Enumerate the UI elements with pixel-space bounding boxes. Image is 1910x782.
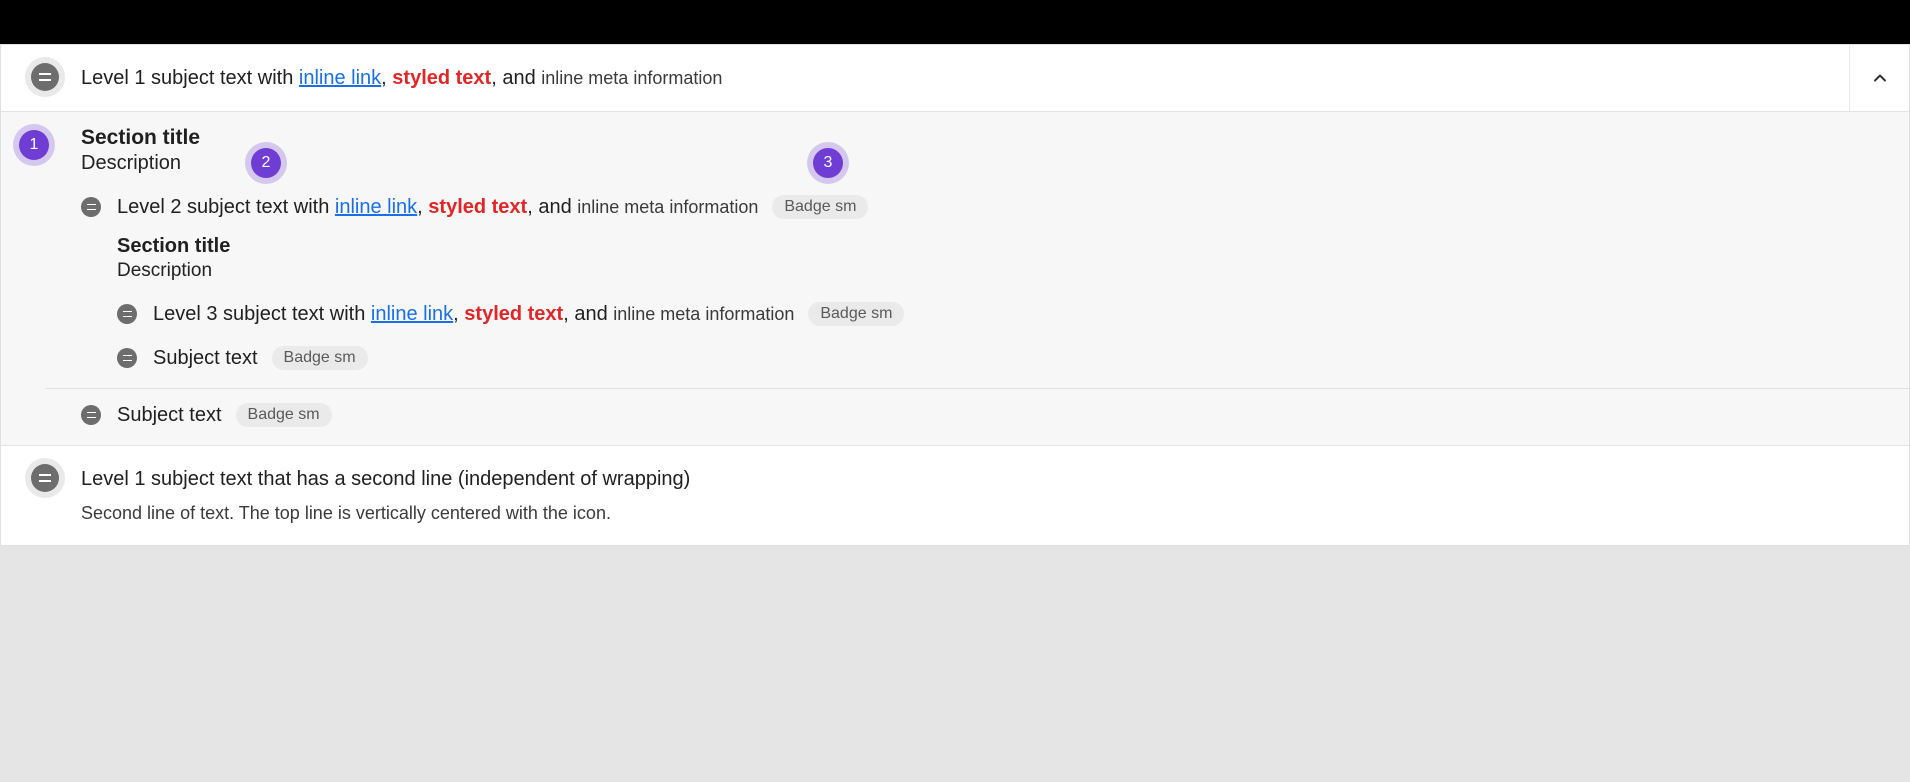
collapse-toggle[interactable] bbox=[1849, 45, 1909, 111]
list-icon bbox=[87, 204, 96, 210]
text-sep: , and bbox=[527, 196, 577, 218]
nested-section-block: Section title Description Level 3 subjec… bbox=[81, 235, 1879, 380]
inline-meta: inline meta information bbox=[541, 68, 722, 88]
item-icon bbox=[81, 405, 101, 425]
inline-meta: inline meta information bbox=[577, 197, 758, 217]
expanded-panel: 1 2 3 Section title Description Level 2 … bbox=[1, 111, 1909, 445]
inline-link[interactable]: inline link bbox=[335, 196, 417, 218]
level1-subject-multiline: Level 1 subject text that has a second l… bbox=[81, 464, 1879, 527]
subject-text: Subject text bbox=[117, 404, 222, 427]
text-sep: , bbox=[417, 196, 428, 218]
level2-subject: Level 2 subject text with inline link, s… bbox=[117, 196, 758, 219]
inline-meta: inline meta information bbox=[613, 304, 794, 324]
level3-row[interactable]: Level 3 subject text with inline link, s… bbox=[117, 292, 1879, 336]
text-sep: , and bbox=[491, 67, 541, 89]
secondary-line: Second line of text. The top line is ver… bbox=[81, 500, 1879, 527]
section-title: Section title bbox=[117, 235, 1879, 258]
text-sep: , bbox=[453, 303, 464, 325]
level3-subject: Level 3 subject text with inline link, s… bbox=[153, 303, 794, 326]
annotation-marker-3: 3 bbox=[813, 148, 843, 178]
annotation-marker-1: 1 bbox=[19, 130, 49, 160]
section-description: Description bbox=[81, 152, 1879, 175]
expansion-list-card: Level 1 subject text with inline link, s… bbox=[0, 44, 1910, 546]
section-block: Section title Description Level 2 subjec… bbox=[31, 126, 1879, 380]
list-icon bbox=[39, 73, 51, 81]
text-sep: , bbox=[381, 67, 392, 89]
item-icon bbox=[117, 304, 137, 324]
section-title: Section title bbox=[81, 126, 1879, 150]
item-icon bbox=[81, 197, 101, 217]
inline-link[interactable]: inline link bbox=[371, 303, 453, 325]
styled-text: styled text bbox=[428, 196, 527, 218]
list-icon bbox=[123, 355, 132, 361]
badge: Badge sm bbox=[236, 403, 332, 427]
styled-text: styled text bbox=[392, 67, 491, 89]
page: Level 1 subject text with inline link, s… bbox=[0, 44, 1910, 546]
badge: Badge sm bbox=[808, 302, 904, 326]
inline-link[interactable]: inline link bbox=[299, 67, 381, 89]
text-prefix: Level 3 subject text with bbox=[153, 303, 371, 325]
subject-text: Subject text bbox=[153, 347, 258, 370]
item-icon bbox=[31, 464, 59, 492]
level3-subject-row[interactable]: Subject text Badge sm bbox=[117, 336, 1879, 380]
annotation-marker-2: 2 bbox=[251, 148, 281, 178]
level1-subject: Level 1 subject text with inline link, s… bbox=[81, 63, 1849, 93]
primary-line: Level 1 subject text that has a second l… bbox=[81, 464, 1879, 494]
badge: Badge sm bbox=[272, 346, 368, 370]
text-sep: , and bbox=[563, 303, 613, 325]
chevron-up-icon bbox=[1870, 68, 1890, 88]
black-top-bar bbox=[0, 0, 1910, 44]
item-icon bbox=[31, 63, 59, 91]
section-description: Description bbox=[117, 260, 1879, 282]
list-icon bbox=[39, 474, 51, 482]
styled-text: styled text bbox=[464, 303, 563, 325]
level1-row-expanded[interactable]: Level 1 subject text with inline link, s… bbox=[1, 45, 1909, 111]
level1-row-collapsed[interactable]: Level 1 subject text that has a second l… bbox=[1, 445, 1909, 545]
item-icon bbox=[117, 348, 137, 368]
text-prefix: Level 1 subject text with bbox=[81, 67, 299, 89]
badge: Badge sm bbox=[772, 195, 868, 219]
level2-subject-row[interactable]: Subject text Badge sm bbox=[81, 389, 1879, 445]
text-prefix: Level 2 subject text with bbox=[117, 196, 335, 218]
list-icon bbox=[87, 412, 96, 418]
list-icon bbox=[123, 311, 132, 317]
level2-row[interactable]: Level 2 subject text with inline link, s… bbox=[81, 185, 1879, 229]
